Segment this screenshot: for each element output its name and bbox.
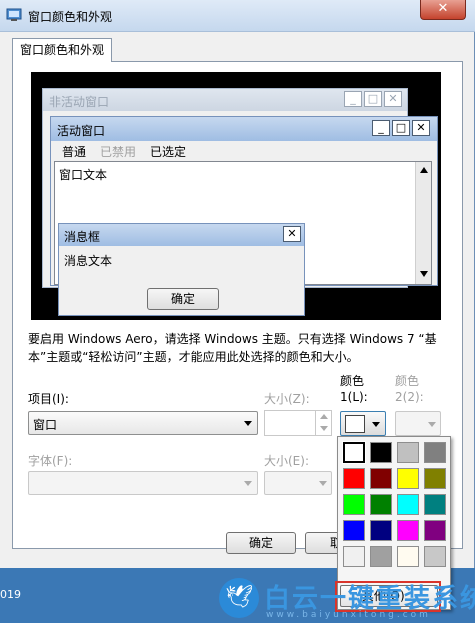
palette-color-16[interactable] bbox=[343, 546, 365, 567]
color2-label-bottom: 2(2): bbox=[395, 390, 424, 404]
palette-color-2[interactable] bbox=[397, 442, 419, 463]
color1-picker-button[interactable] bbox=[340, 411, 386, 436]
palette-color-8[interactable] bbox=[343, 494, 365, 515]
item-select-value: 窗口 bbox=[33, 418, 58, 432]
close-button[interactable]: ✕ bbox=[420, 0, 466, 20]
inactive-minimize-icon[interactable]: _ bbox=[344, 91, 362, 107]
scroll-up-icon[interactable] bbox=[419, 166, 429, 174]
message-box-title: 消息框 bbox=[64, 230, 101, 244]
palette-color-6[interactable] bbox=[397, 468, 419, 489]
active-close-icon[interactable]: ✕ bbox=[412, 120, 430, 136]
color2-picker-button[interactable] bbox=[395, 411, 441, 436]
color1-swatch bbox=[345, 415, 365, 433]
window-text: 窗口文本 bbox=[59, 168, 108, 182]
font-select[interactable] bbox=[28, 471, 258, 495]
palette-color-14[interactable] bbox=[397, 520, 419, 541]
display-settings-icon bbox=[6, 8, 22, 21]
inactive-window-title: 非活动窗口 bbox=[49, 95, 110, 109]
size2-label: 大小(E): bbox=[264, 454, 309, 468]
menu-selected[interactable]: 已选定 bbox=[150, 143, 186, 160]
palette-color-7[interactable] bbox=[424, 468, 446, 489]
active-window-titlebar[interactable]: 活动窗口 _ □ ✕ bbox=[51, 117, 437, 141]
color2-chevron-down-icon bbox=[428, 422, 436, 427]
inactive-close-icon[interactable]: ✕ bbox=[384, 91, 402, 107]
item-select[interactable]: 窗口 bbox=[28, 411, 258, 435]
preview-menubar: 普通 已禁用 已选定 bbox=[52, 141, 436, 161]
palette-color-11[interactable] bbox=[424, 494, 446, 515]
bird-logo-icon: 🕊 bbox=[219, 578, 259, 618]
window-title: 窗口颜色和外观 bbox=[28, 10, 113, 24]
preview-scrollbar[interactable] bbox=[415, 162, 431, 284]
color1-chevron-down-icon bbox=[372, 422, 380, 427]
inactive-window-titlebar[interactable]: 非活动窗口 _ □ ✕ bbox=[43, 89, 407, 111]
chevron-down-icon bbox=[244, 421, 252, 426]
active-window-title: 活动窗口 bbox=[57, 124, 106, 138]
menu-normal[interactable]: 普通 bbox=[62, 143, 86, 160]
watermark-url: www.baiyunxitong.com bbox=[266, 610, 431, 620]
ok-button[interactable]: 确定 bbox=[226, 532, 296, 554]
inactive-maximize-icon[interactable]: □ bbox=[364, 91, 382, 107]
aero-description: 要启用 Windows Aero，请选择 Windows 主题。只有选择 Win… bbox=[28, 332, 437, 364]
palette-color-1[interactable] bbox=[370, 442, 392, 463]
palette-color-17[interactable] bbox=[370, 546, 392, 567]
message-box-titlebar[interactable]: 消息框 ✕ bbox=[59, 224, 304, 246]
spin-down-icon[interactable] bbox=[320, 426, 328, 432]
size2-select[interactable] bbox=[264, 471, 332, 495]
font-label: 字体(F): bbox=[28, 454, 73, 468]
taskbar-clock: 019 bbox=[0, 588, 21, 601]
palette-color-10[interactable] bbox=[397, 494, 419, 515]
palette-color-15[interactable] bbox=[424, 520, 446, 541]
color1-label-top: 颜色 bbox=[340, 374, 365, 388]
size2-chevron-down-icon bbox=[319, 481, 327, 486]
tab-window-color[interactable]: 窗口颜色和外观 bbox=[12, 38, 112, 62]
item-label: 项目(I): bbox=[28, 392, 69, 406]
color2-label-top: 颜色 bbox=[395, 374, 420, 388]
color1-label-bottom: 1(L): bbox=[340, 390, 368, 404]
size1-spinner-arrows[interactable] bbox=[315, 411, 331, 435]
palette-color-19[interactable] bbox=[424, 546, 446, 567]
palette-color-4[interactable] bbox=[343, 468, 365, 489]
palette-color-5[interactable] bbox=[370, 468, 392, 489]
palette-color-12[interactable] bbox=[343, 520, 365, 541]
palette-color-0[interactable] bbox=[342, 441, 366, 464]
size1-label: 大小(Z): bbox=[264, 392, 310, 406]
palette-color-9[interactable] bbox=[370, 494, 392, 515]
active-minimize-icon[interactable]: _ bbox=[372, 120, 390, 136]
palette-color-13[interactable] bbox=[370, 520, 392, 541]
menu-disabled[interactable]: 已禁用 bbox=[100, 143, 136, 160]
preview-ok-button[interactable]: 确定 bbox=[147, 288, 219, 310]
message-box-close-icon[interactable]: ✕ bbox=[283, 226, 301, 242]
size1-spinner[interactable] bbox=[264, 410, 332, 436]
message-text: 消息文本 bbox=[64, 254, 113, 268]
spin-up-icon[interactable] bbox=[320, 414, 328, 420]
palette-color-18[interactable] bbox=[397, 546, 419, 567]
scroll-down-icon[interactable] bbox=[419, 270, 429, 278]
palette-color-3[interactable] bbox=[424, 442, 446, 463]
active-maximize-icon[interactable]: □ bbox=[392, 120, 410, 136]
font-chevron-down-icon bbox=[244, 481, 252, 486]
